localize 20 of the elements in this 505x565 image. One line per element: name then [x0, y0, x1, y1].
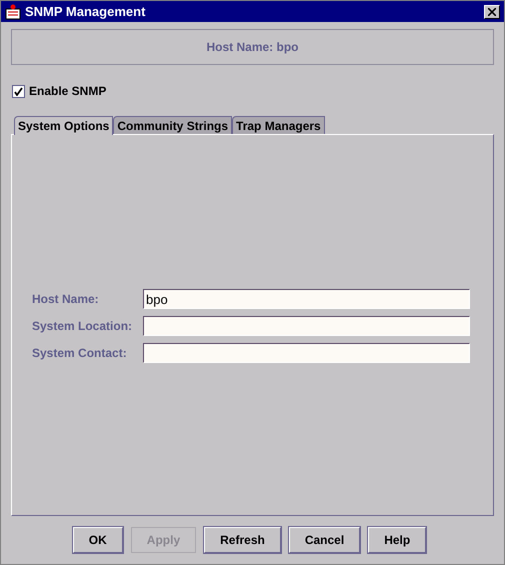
field-label: System Contact:	[32, 345, 128, 362]
tab[interactable]: Community Strings	[113, 116, 232, 134]
host-name-heading: Host Name: bpo	[206, 39, 298, 56]
text-field[interactable]	[143, 343, 470, 363]
dialog-button[interactable]: Cancel	[288, 527, 360, 553]
tab[interactable]: System Options	[14, 116, 114, 135]
tab[interactable]: Trap Managers	[232, 116, 325, 134]
app-icon	[5, 4, 21, 20]
dialog-button[interactable]: Refresh	[204, 527, 281, 553]
close-icon	[488, 8, 496, 16]
text-field[interactable]	[143, 316, 470, 336]
enable-checkbox[interactable]	[12, 84, 25, 98]
close-button[interactable]	[484, 4, 500, 18]
enable-label: Enable SNMP	[29, 83, 106, 100]
field-label: Host Name:	[32, 291, 100, 308]
dialog-button[interactable]: OK	[72, 527, 123, 553]
field-label: System Location:	[32, 318, 134, 335]
dialog-button[interactable]: Help	[368, 527, 426, 553]
window-title: SNMP Management	[25, 2, 146, 21]
text-field[interactable]: bpo	[143, 289, 470, 309]
